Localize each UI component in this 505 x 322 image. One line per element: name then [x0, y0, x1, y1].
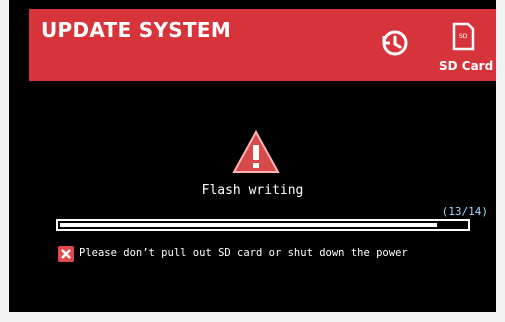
notice-text: Please don’t pull out SD card or shut do… [79, 247, 408, 259]
close-x-icon [58, 246, 74, 262]
sd-card-button[interactable]: SD SD Card [439, 22, 493, 77]
warning-triangle-icon [232, 129, 280, 173]
svg-text:SD: SD [459, 33, 468, 40]
progress-count: (13/14) [441, 205, 488, 218]
sd-card-label: SD Card [439, 59, 494, 73]
status-message: Flash writing [201, 183, 304, 198]
sd-card-icon: SD [452, 22, 475, 51]
progress-fill [60, 223, 437, 227]
progress-bar [56, 219, 470, 231]
page-title: UPDATE SYSTEM [41, 18, 232, 42]
history-icon[interactable] [379, 27, 411, 59]
title-bar: UPDATE SYSTEM SD SD Card [29, 9, 496, 81]
